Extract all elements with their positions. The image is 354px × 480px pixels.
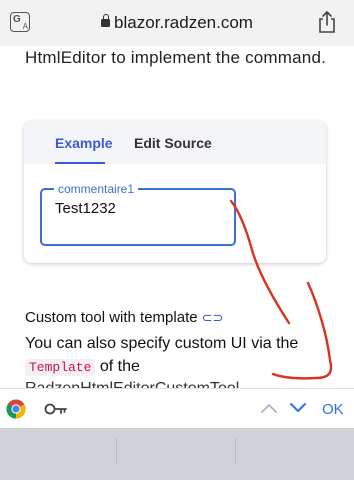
tab-example[interactable]: Example [55, 135, 113, 151]
keyboard-suggestion-strip [0, 428, 354, 480]
section-heading: Custom tool with template ⊂⊃ [25, 309, 223, 326]
demo-tabs: Example Edit Source [24, 121, 326, 164]
ok-button[interactable]: OK [322, 401, 344, 418]
section-line-1: You can also specify custom UI via the [25, 335, 299, 352]
lock-icon [101, 14, 111, 27]
demo-card: Example Edit Source commentaire1 [24, 121, 326, 263]
comment-field-label: commentaire1 [54, 182, 139, 196]
keyboard-accessory-bar: OK [0, 388, 354, 428]
section-heading-text: Custom tool with template [25, 309, 198, 326]
comment-input[interactable] [55, 200, 225, 217]
chevron-up-icon[interactable] [260, 401, 278, 415]
link-icon[interactable]: ⊂⊃ [202, 310, 224, 326]
intro-text: HtmlEditor to implement the command. [25, 48, 327, 67]
browser-address-bar: GA blazor.radzen.com [0, 0, 354, 46]
share-icon[interactable] [316, 10, 338, 34]
active-tab-indicator [55, 162, 105, 164]
url-field[interactable]: blazor.radzen.com [0, 13, 354, 33]
chevron-down-icon[interactable] [289, 401, 307, 415]
key-icon[interactable] [44, 401, 68, 417]
suggestion-divider [235, 438, 236, 464]
chrome-icon[interactable] [6, 399, 26, 419]
comment-field[interactable]: commentaire1 [40, 182, 236, 246]
url-text: blazor.radzen.com [114, 13, 253, 32]
tab-edit-source[interactable]: Edit Source [134, 135, 212, 151]
section-line-2: Template of the [25, 358, 140, 376]
template-code: Template [25, 359, 96, 376]
suggestion-divider [116, 438, 117, 464]
section-line-2-suffix: of the [99, 358, 140, 375]
